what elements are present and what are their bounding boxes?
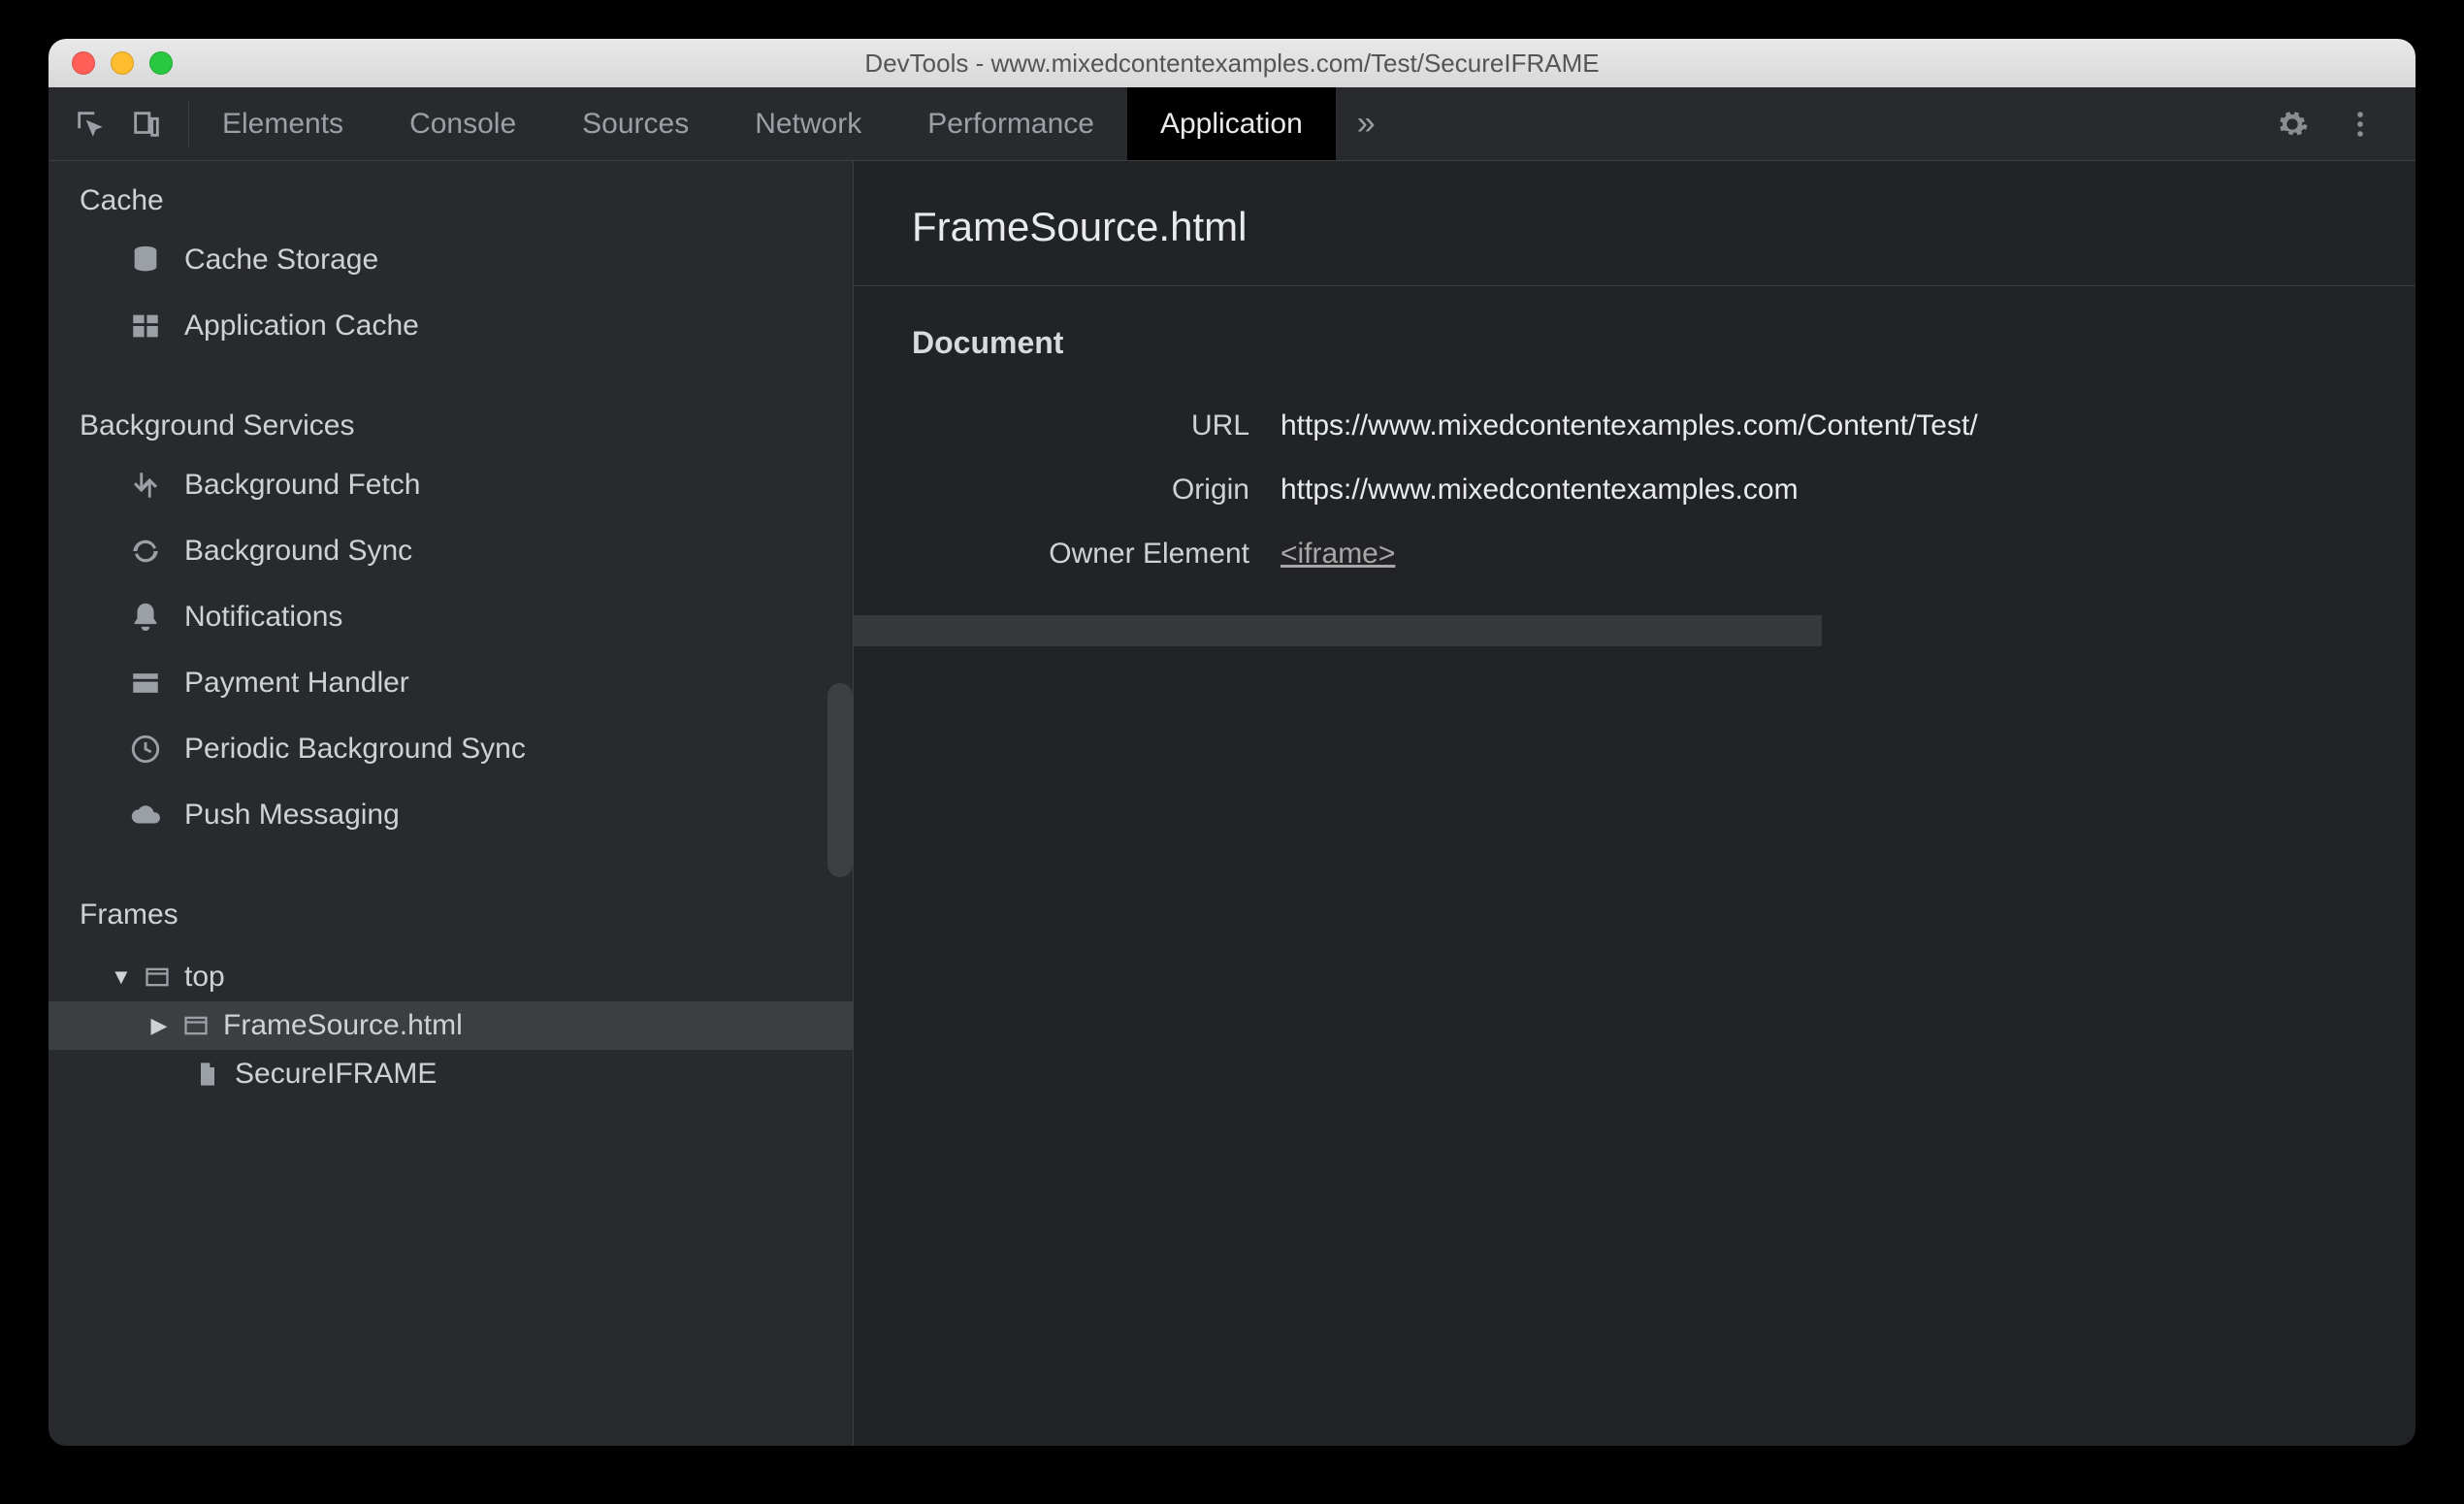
chevron-right-icon[interactable]: ▶ [149,1013,169,1038]
grid-icon [126,310,165,343]
clock-icon [126,733,165,766]
field-value-url: https://www.mixedcontentexamples.com/Con… [1281,409,1978,442]
settings-gear-icon[interactable] [2276,108,2309,141]
row-url: URL https://www.mixedcontentexamples.com… [854,394,2415,458]
tree-label: SecureIFRAME [235,1058,437,1091]
sidebar-item-label: Background Sync [184,526,412,576]
bell-icon [126,601,165,634]
document-section-heading: Document [854,325,2415,394]
sidebar-item-background-sync[interactable]: Background Sync [49,518,853,584]
tab-performance[interactable]: Performance [894,87,1127,160]
sidebar-item-push-messaging[interactable]: Push Messaging [49,782,853,848]
file-icon [194,1061,221,1088]
main-horizontal-scrollbar[interactable] [854,615,2415,646]
sidebar-item-label: Periodic Background Sync [184,724,526,774]
sidebar-scrollbar[interactable] [827,683,853,877]
sync-icon [126,535,165,568]
sidebar-item-label: Payment Handler [184,658,409,708]
sidebar-item-label: Application Cache [184,301,419,351]
field-label: Owner Element [854,538,1281,571]
sidebar-item-label: Background Fetch [184,460,420,510]
owner-element-link[interactable]: <iframe> [1281,538,1395,571]
sidebar-item-notifications[interactable]: Notifications [49,584,853,650]
field-label: Origin [854,474,1281,507]
sidebar-item-background-fetch[interactable]: Background Fetch [49,452,853,518]
row-owner-element: Owner Element <iframe> [854,522,2415,586]
tab-network[interactable]: Network [722,87,894,160]
tree-label: FrameSource.html [223,1009,463,1042]
tree-label: top [184,961,225,994]
sidebar-section-frames: Frames [49,875,853,941]
database-icon [126,244,165,277]
sidebar-item-cache-storage[interactable]: Cache Storage [49,227,853,293]
sidebar-section-background-services: Background Services [49,386,853,452]
sidebar-item-application-cache[interactable]: Application Cache [49,293,853,359]
sidebar-section-cache: Cache [49,161,853,227]
frames-tree-framesource[interactable]: ▶ FrameSource.html [49,1001,853,1050]
application-sidebar: Cache Cache Storage Application Cache Ba… [49,161,854,1446]
chevron-down-icon[interactable]: ▼ [111,965,130,990]
frames-tree-top[interactable]: ▼ top [49,953,853,1001]
field-value-origin: https://www.mixedcontentexamples.com [1281,474,1799,507]
minimize-window-button[interactable] [111,51,134,75]
window-icon [144,964,171,991]
panel-tabs: Elements Console Sources Network Perform… [189,87,1336,160]
devtools-window: DevTools - www.mixedcontentexamples.com/… [49,39,2415,1446]
tab-sources[interactable]: Sources [549,87,722,160]
inspect-icon[interactable] [74,108,107,141]
cloud-icon [126,799,165,832]
sidebar-item-label: Cache Storage [184,235,378,285]
row-origin: Origin https://www.mixedcontentexamples.… [854,458,2415,522]
transfer-icon [126,469,165,502]
close-window-button[interactable] [72,51,95,75]
frames-tree: ▼ top ▶ FrameSource.html SecureIFRAME [49,941,853,1110]
tab-elements[interactable]: Elements [189,87,376,160]
titlebar: DevTools - www.mixedcontentexamples.com/… [49,39,2415,87]
more-tabs-icon[interactable]: » [1336,105,1397,143]
device-toggle-icon[interactable] [130,108,163,141]
tab-console[interactable]: Console [376,87,549,160]
window-title: DevTools - www.mixedcontentexamples.com/… [49,49,2415,79]
field-label: URL [854,409,1281,442]
sidebar-item-label: Push Messaging [184,790,400,840]
panel-title: FrameSource.html [854,161,2415,286]
frame-detail-panel: FrameSource.html Document URL https://ww… [854,161,2415,1446]
sidebar-item-payment-handler[interactable]: Payment Handler [49,650,853,716]
devtools-toolbar: Elements Console Sources Network Perform… [49,87,2415,161]
window-icon [182,1012,210,1039]
tab-application[interactable]: Application [1127,87,1336,160]
sidebar-item-label: Notifications [184,592,342,642]
frames-tree-secureiframe[interactable]: SecureIFRAME [49,1050,853,1098]
sidebar-item-periodic-background-sync[interactable]: Periodic Background Sync [49,716,853,782]
zoom-window-button[interactable] [149,51,173,75]
card-icon [126,667,165,700]
kebab-menu-icon[interactable] [2344,108,2377,141]
